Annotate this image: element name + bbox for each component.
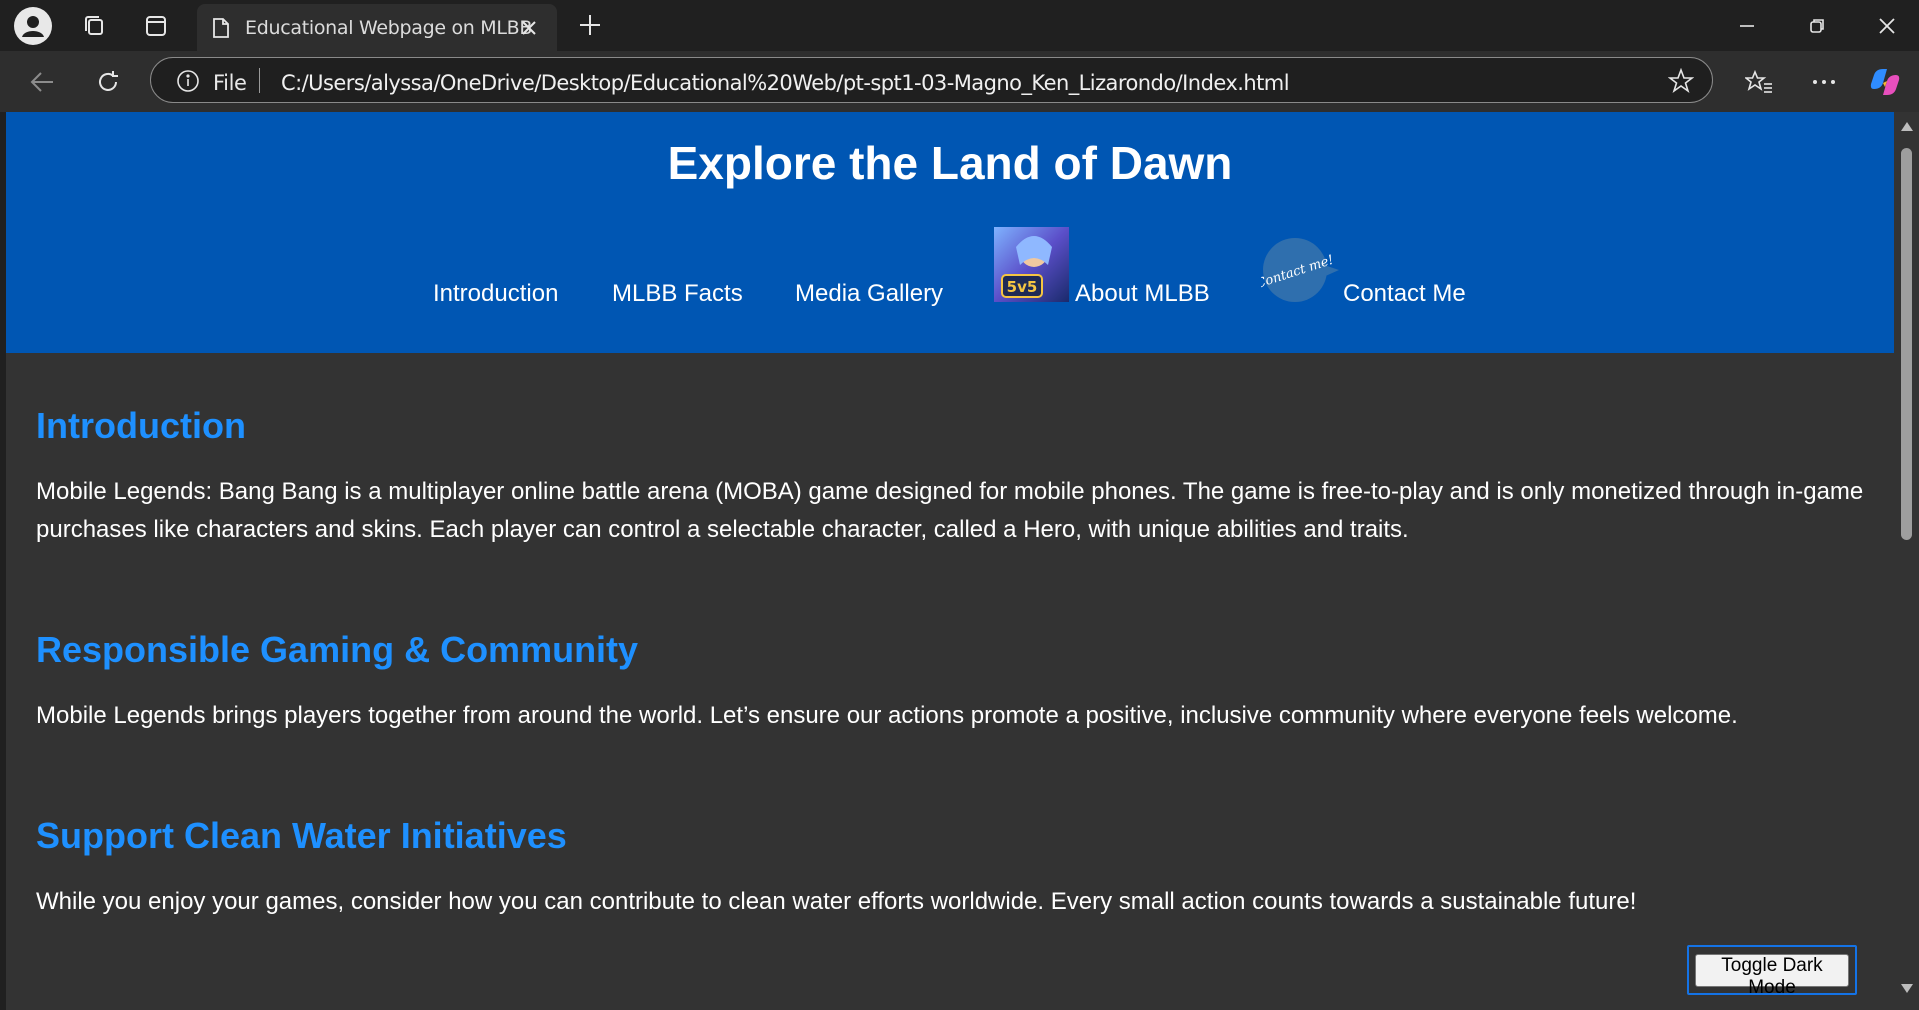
section-title-clean-water: Support Clean Water Initiatives xyxy=(36,815,567,856)
favorites-icon[interactable] xyxy=(1743,66,1775,98)
new-tab-icon[interactable] xyxy=(575,10,605,40)
about-mlbb-thumbnail[interactable]: 5v5 xyxy=(994,227,1069,302)
url-separator xyxy=(259,68,260,93)
copilot-icon[interactable] xyxy=(1867,64,1903,100)
toggle-dark-mode-button[interactable]: Toggle Dark Mode xyxy=(1695,954,1849,998)
section-title-responsible-gaming: Responsible Gaming & Community xyxy=(36,629,639,670)
restore-icon[interactable] xyxy=(1802,12,1832,40)
tab-title: Educational Webpage on MLBB xyxy=(245,17,533,39)
scroll-up-icon[interactable] xyxy=(1900,120,1914,132)
refresh-icon[interactable] xyxy=(92,66,124,98)
close-tab-icon[interactable] xyxy=(517,16,541,40)
section-title-introduction: Introduction xyxy=(36,405,246,446)
more-options-icon[interactable] xyxy=(1808,66,1840,98)
scroll-down-icon[interactable] xyxy=(1900,982,1914,994)
nav-link-media-gallery[interactable]: Media Gallery xyxy=(795,280,943,308)
info-icon[interactable] xyxy=(175,68,201,94)
vertical-tabs-icon[interactable] xyxy=(140,10,172,42)
toggle-dark-mode-focus-ring: Toggle Dark Mode xyxy=(1687,945,1857,998)
page-icon xyxy=(209,15,233,41)
tab-bar: Educational Webpage on MLBB xyxy=(0,0,1919,51)
back-icon[interactable] xyxy=(26,67,58,97)
close-window-icon[interactable] xyxy=(1872,12,1902,40)
address-bar[interactable]: File C:/Users/alyssa/OneDrive/Desktop/Ed… xyxy=(150,57,1713,103)
section-text-clean-water: While you enjoy your games, consider how… xyxy=(36,888,1637,915)
url-text[interactable]: C:/Users/alyssa/OneDrive/Desktop/Educati… xyxy=(281,71,1290,95)
contact-me-badge[interactable]: Contact me! xyxy=(1254,236,1343,304)
minimize-icon[interactable] xyxy=(1732,12,1762,40)
nav-link-about-mlbb[interactable]: About MLBB xyxy=(1075,280,1210,308)
nav-link-mlbb-facts[interactable]: MLBB Facts xyxy=(612,280,743,308)
page-scrollbar[interactable] xyxy=(1894,112,1919,1010)
url-scheme-label: File xyxy=(213,71,247,95)
scrollbar-thumb[interactable] xyxy=(1901,148,1912,540)
thumbnail-5v5-text: 5v5 xyxy=(1007,278,1038,296)
nav-link-introduction[interactable]: Introduction xyxy=(433,280,558,308)
nav-link-contact-me[interactable]: Contact Me xyxy=(1343,280,1466,308)
active-tab[interactable]: Educational Webpage on MLBB xyxy=(197,4,557,51)
section-text-responsible-gaming: Mobile Legends brings players together f… xyxy=(36,702,1738,729)
favorite-star-icon[interactable] xyxy=(1667,67,1695,95)
section-text-introduction: Mobile Legends: Bang Bang is a multiplay… xyxy=(36,478,1864,543)
site-title: Explore the Land of Dawn xyxy=(667,137,1233,189)
workspaces-icon[interactable] xyxy=(78,10,110,42)
site-header: Explore the Land of Dawn Introduction ML… xyxy=(6,112,1894,353)
profile-avatar-icon[interactable] xyxy=(14,7,52,45)
page-viewport: Explore the Land of Dawn Introduction ML… xyxy=(6,112,1894,1010)
address-toolbar: File C:/Users/alyssa/OneDrive/Desktop/Ed… xyxy=(0,51,1919,112)
